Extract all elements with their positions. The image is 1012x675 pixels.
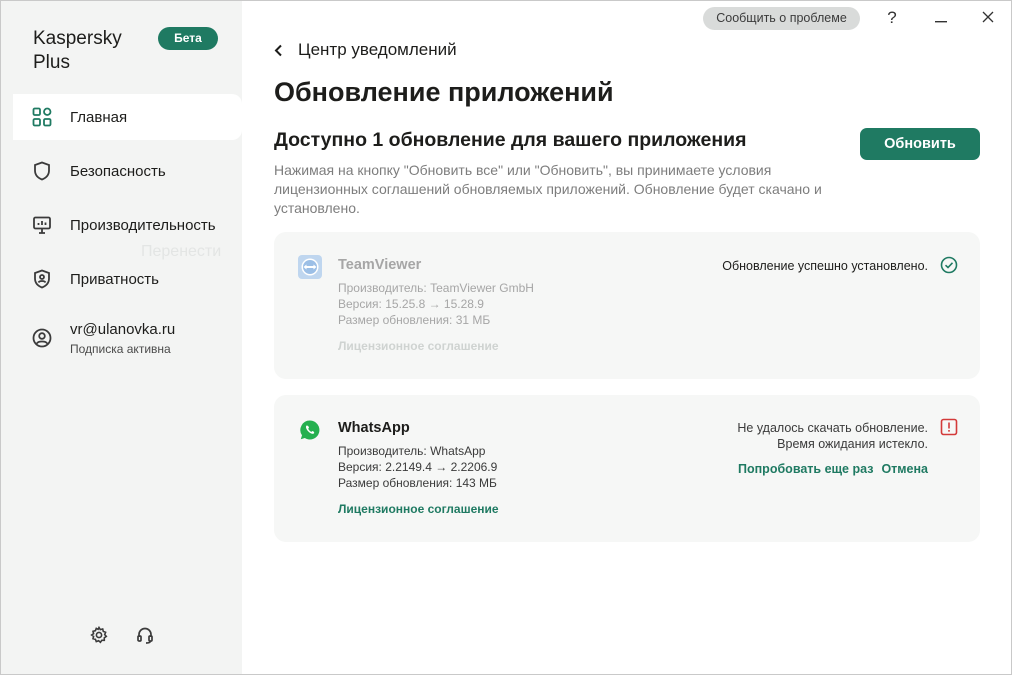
update-button[interactable]: Обновить: [860, 128, 980, 160]
app-version: Версия: 2.2149.4 → 2.2206.9: [338, 460, 498, 474]
help-button[interactable]: ?: [877, 5, 907, 31]
sidebar-item-label: Приватность: [70, 270, 159, 288]
app-name: WhatsApp: [338, 420, 410, 436]
breadcrumb[interactable]: Центр уведомлений: [274, 40, 457, 60]
error-icon: [940, 418, 958, 436]
sidebar-item-home[interactable]: Главная: [13, 94, 242, 140]
close-button[interactable]: [973, 5, 1003, 31]
monitor-icon: [31, 214, 53, 236]
close-icon: [982, 8, 994, 28]
error-actions: Попробовать еще раз Отмена: [738, 462, 928, 476]
app-name: TeamViewer: [338, 257, 422, 273]
app-vendor: Производитель: TeamViewer GmbH: [338, 281, 534, 295]
section-title: Доступно 1 обновление для вашего приложе…: [274, 129, 747, 151]
dashboard-icon: [31, 106, 53, 128]
sidebar-footer: [89, 625, 155, 645]
sidebar-item-label: Производительность: [70, 216, 216, 234]
sidebar-item-security[interactable]: Безопасность: [1, 148, 242, 194]
app-size: Размер обновления: 143 МБ: [338, 476, 497, 490]
check-circle-icon: [940, 256, 958, 274]
update-status: Не удалось скачать обновление. Время ожи…: [737, 421, 928, 451]
app-details: Производитель: WhatsApp Версия: 2.2149.4…: [338, 443, 497, 491]
breadcrumb-label: Центр уведомлений: [298, 40, 457, 59]
sidebar-item-performance[interactable]: Производительность: [1, 202, 242, 248]
sidebar-item-label: Главная: [70, 108, 128, 126]
sidebar-item-privacy[interactable]: Приватность: [1, 256, 242, 302]
page-title: Обновление приложений: [274, 77, 614, 107]
app-vendor: Производитель: WhatsApp: [338, 444, 486, 458]
headset-icon[interactable]: [135, 625, 155, 645]
license-agreement-link[interactable]: Лицензионное соглашение: [338, 339, 499, 353]
account-email: vr@ulanovka.ru: [70, 320, 176, 338]
license-description: Нажимая на кнопку "Обновить все" или "Об…: [274, 162, 822, 216]
app-version: Версия: 15.25.8 → 15.28.9: [338, 297, 484, 311]
license-agreement-link[interactable]: Лицензионное соглашение: [338, 502, 499, 516]
update-status: Обновление успешно установлено.: [722, 259, 928, 273]
account-info: vr@ulanovka.ru Подписка активна: [70, 321, 175, 356]
shield-icon: [31, 160, 53, 182]
minimize-icon: [935, 8, 947, 28]
chevron-left-icon: [274, 44, 290, 57]
report-problem-button[interactable]: Сообщить о проблеме: [703, 7, 860, 30]
subscription-status: Подписка активна: [70, 341, 171, 356]
whatsapp-icon: [298, 418, 322, 442]
sidebar-item-account[interactable]: vr@ulanovka.ru Подписка активна: [1, 310, 242, 366]
app-card-whatsapp: WhatsApp Производитель: WhatsApp Версия:…: [274, 395, 980, 542]
sidebar-nav: Главная Безопасность Производительность …: [1, 94, 242, 374]
app-size: Размер обновления: 31 МБ: [338, 313, 491, 327]
minimize-button[interactable]: [926, 5, 956, 31]
privacy-shield-icon: [31, 268, 53, 290]
beta-badge: Бета: [158, 27, 218, 50]
user-icon: [31, 327, 53, 349]
app-card-teamviewer: TeamViewer Производитель: TeamViewer Gmb…: [274, 232, 980, 379]
sidebar: Kaspersky Plus Бета Перенести Главная Бе…: [1, 1, 242, 674]
sidebar-item-label: Безопасность: [70, 162, 166, 180]
brand-name: Kaspersky Plus: [33, 28, 122, 73]
app-window: Kaspersky Plus Бета Перенести Главная Бе…: [0, 0, 1012, 675]
app-details: Производитель: TeamViewer GmbH Версия: 1…: [338, 280, 534, 328]
cancel-link[interactable]: Отмена: [881, 462, 928, 476]
gear-icon[interactable]: [89, 625, 109, 645]
teamviewer-icon: [298, 255, 322, 279]
retry-link[interactable]: Попробовать еще раз: [738, 462, 873, 476]
